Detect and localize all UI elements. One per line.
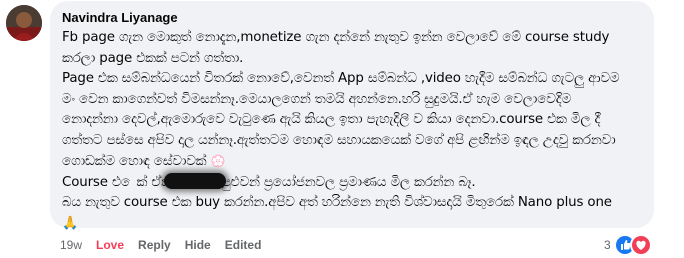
comment-line: ගත්තට පස්සෙ අපිව දාල යන්නෑ.ඇත්තටම හොඳම ස… [62, 132, 616, 148]
comment-bubble: Navindra Liyanage Fb page ගැන මොකුත් නොද… [50, 1, 654, 231]
hide-button[interactable]: Hide [185, 238, 211, 252]
edited-label[interactable]: Edited [225, 238, 262, 252]
comment-line-with-emoji: ගොඩක්ම හොඳ සේවාවක් 💮 [62, 151, 642, 173]
comment-line: බය නැතුව course එක buy කරන්න.අපිව අත් හර… [62, 195, 612, 210]
reaction-summary[interactable]: 3 [604, 234, 652, 256]
comment-line-emoji: 🙏 [62, 214, 642, 235]
love-button[interactable]: Love [96, 238, 124, 252]
avatar[interactable] [6, 5, 42, 41]
comment-line: කරලා page එකක් පටන් ගත්තා. [62, 50, 244, 66]
comment-line: Page එක සම්බන්ධයෙන් විතරක් නොවේ,වෙනත් Ap… [62, 71, 620, 86]
comment-author[interactable]: Navindra Liyanage [62, 10, 642, 26]
timestamp-link[interactable]: 19w [60, 238, 82, 252]
comment-line: මං වෙන කාගෙන්වත් විමසන්නෑ.මෙයාලගෙන් තමයි… [62, 91, 572, 107]
comment-line-redacted: Course එ ෙක් ඒකින් ගන්න පුළුවන් ප්‍රයෝජන… [62, 173, 642, 194]
love-reaction-icon [629, 234, 652, 256]
comment-line-text: Course එ ෙක් ඒකින් ගන්න පුළුවන් ප්‍රයෝජන… [62, 174, 476, 190]
comment-line-text: ගොඩක්ම හොඳ සේවාවක් [62, 154, 207, 169]
reaction-count: 3 [604, 238, 611, 252]
reply-button[interactable]: Reply [138, 238, 171, 252]
comment-line: නොදන්නා දෙවල්,ඇමොරුවෙ වැටුණෙ ඇයි කියල ඉත… [62, 112, 601, 127]
pray-emoji-icon: 🙏 [62, 215, 79, 231]
comment-actions: 19w Love Reply Hide Edited [60, 238, 261, 252]
comment-line: Fb page ගැන මොකුත් නොදැන,monetize ගැන දන… [62, 30, 610, 45]
flower-emoji-icon: 💮 [210, 154, 226, 168]
redaction-blob [164, 173, 226, 189]
